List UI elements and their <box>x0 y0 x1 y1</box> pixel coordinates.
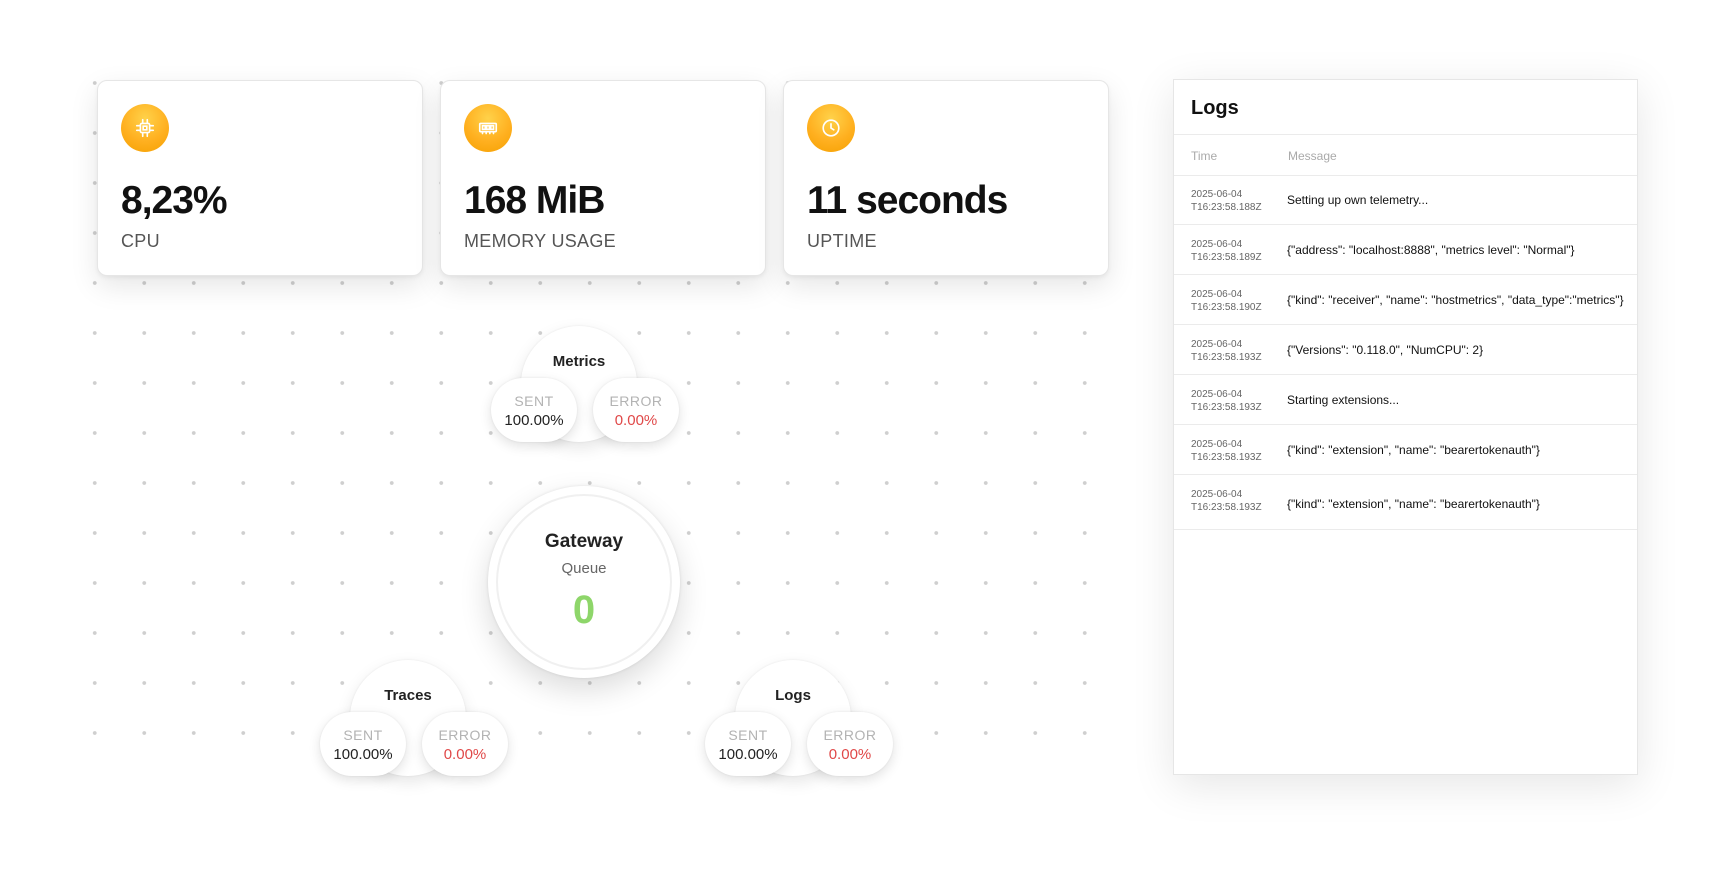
logs-table-header: Time Message <box>1174 134 1637 176</box>
log-timestamp: 2025-06-04 T16:23:58.193Z <box>1191 439 1262 463</box>
logs-sent-label: SENT <box>728 727 768 743</box>
logs-sent-value: 100.00% <box>718 746 778 763</box>
memory-module-icon <box>464 104 512 152</box>
cpu-chip-icon <box>121 104 169 152</box>
log-timestamp: 2025-06-04 T16:23:58.193Z <box>1191 489 1262 513</box>
log-message: {"address": "localhost:8888", "metrics l… <box>1287 243 1575 257</box>
log-timestamp: 2025-06-04 T16:23:58.189Z <box>1191 239 1262 263</box>
log-message: {"Versions": "0.118.0", "NumCPU": 2} <box>1287 343 1484 357</box>
gateway-queue-label: Queue <box>561 560 607 577</box>
cpu-value: 8,23% <box>121 179 228 222</box>
uptime-label: UPTIME <box>807 231 877 251</box>
traces-sent-stat: SENT 100.00% <box>320 712 406 776</box>
logs-error-label: ERROR <box>823 727 877 743</box>
log-row[interactable]: 2025-06-04 T16:23:58.188Z Setting up own … <box>1174 175 1637 225</box>
gateway-queue-value: 0 <box>572 588 596 632</box>
logs-panel-title: Logs <box>1191 97 1239 119</box>
metrics-sent-label: SENT <box>514 393 554 409</box>
log-message: Starting extensions... <box>1287 393 1400 407</box>
metrics-sent-value: 100.00% <box>504 412 564 429</box>
log-row[interactable]: 2025-06-04 T16:23:58.193Z {"kind": "exten… <box>1174 475 1637 530</box>
memory-card: 168 MiB MEMORY USAGE <box>440 80 766 276</box>
log-message: Setting up own telemetry... <box>1287 193 1429 207</box>
cpu-card: 8,23% CPU <box>97 80 423 276</box>
memory-value: 168 MiB <box>464 179 605 222</box>
log-timestamp: 2025-06-04 T16:23:58.193Z <box>1191 389 1262 413</box>
logs-table-body: 2025-06-04 T16:23:58.188Z Setting up own … <box>1174 175 1637 530</box>
uptime-card: 11 seconds UPTIME <box>783 80 1109 276</box>
log-timestamp: 2025-06-04 T16:23:58.193Z <box>1191 339 1262 363</box>
traces-node-title: Traces <box>384 687 432 704</box>
log-row[interactable]: 2025-06-04 T16:23:58.193Z {"kind": "exten… <box>1174 425 1637 475</box>
traces-error-value: 0.00% <box>443 746 487 763</box>
metrics-node-title: Metrics <box>552 353 606 370</box>
gateway-title: Gateway <box>544 531 624 552</box>
logs-error-value: 0.00% <box>828 746 872 763</box>
clock-icon <box>807 104 855 152</box>
traces-sent-value: 100.00% <box>333 746 393 763</box>
log-message: {"kind": "extension", "name": "bearertok… <box>1287 443 1540 457</box>
column-header-time[interactable]: Time <box>1191 149 1217 163</box>
log-row[interactable]: 2025-06-04 T16:23:58.193Z {"Versions": "0… <box>1174 325 1637 375</box>
metrics-error-value: 0.00% <box>614 412 658 429</box>
metrics-error-stat: ERROR 0.00% <box>593 378 679 442</box>
column-header-message[interactable]: Message <box>1288 149 1337 163</box>
gateway-node[interactable]: Gateway Queue 0 <box>488 486 680 678</box>
uptime-value: 11 seconds <box>807 179 1008 222</box>
logs-error-stat: ERROR 0.00% <box>807 712 893 776</box>
metrics-error-label: ERROR <box>609 393 663 409</box>
traces-error-stat: ERROR 0.00% <box>422 712 508 776</box>
cpu-label: CPU <box>121 231 160 251</box>
log-row[interactable]: 2025-06-04 T16:23:58.189Z {"address": "lo… <box>1174 225 1637 275</box>
log-timestamp: 2025-06-04 T16:23:58.190Z <box>1191 289 1262 313</box>
logs-sent-stat: SENT 100.00% <box>705 712 791 776</box>
traces-sent-label: SENT <box>343 727 383 743</box>
log-row[interactable]: 2025-06-04 T16:23:58.193Z Starting extens… <box>1174 375 1637 425</box>
logs-panel: Logs Time Message 2025-06-04 T16:23:58.18… <box>1173 79 1638 775</box>
traces-error-label: ERROR <box>438 727 492 743</box>
metrics-sent-stat: SENT 100.00% <box>491 378 577 442</box>
log-message: {"kind": "extension", "name": "bearertok… <box>1287 497 1540 511</box>
memory-label: MEMORY USAGE <box>464 231 616 251</box>
gateway-ring <box>496 494 672 670</box>
logs-node-title: Logs <box>775 687 811 704</box>
log-row[interactable]: 2025-06-04 T16:23:58.190Z {"kind": "recei… <box>1174 275 1637 325</box>
log-message: {"kind": "receiver", "name": "hostmetric… <box>1287 293 1624 307</box>
log-timestamp: 2025-06-04 T16:23:58.188Z <box>1191 189 1262 213</box>
